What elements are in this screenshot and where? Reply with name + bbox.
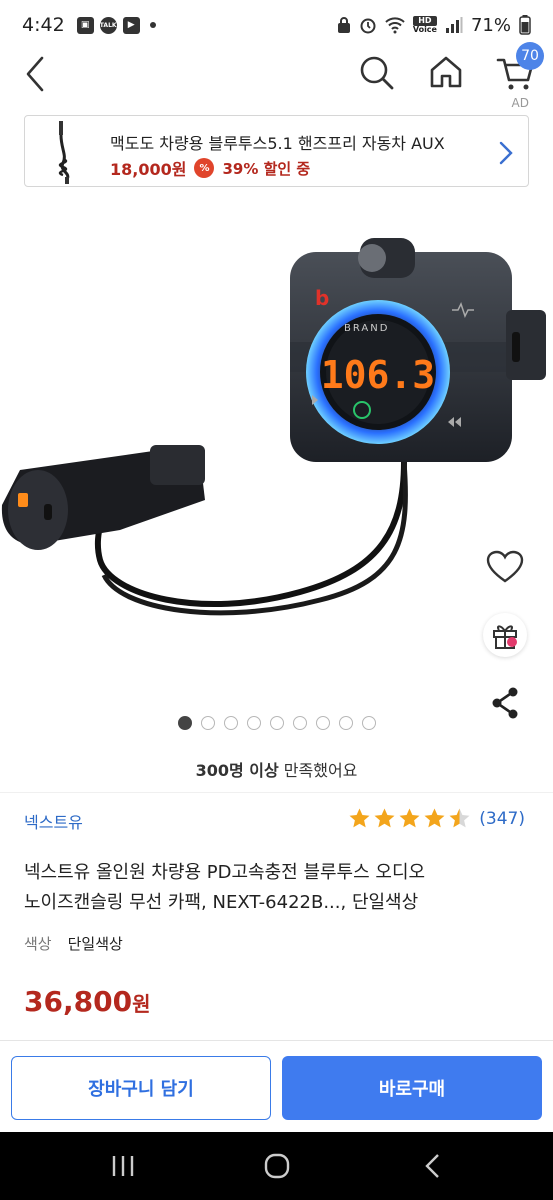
option-label: 색상 bbox=[24, 935, 52, 953]
product-photo: BRAND 106.3 b bbox=[1, 238, 546, 616]
talk-icon: TALK bbox=[99, 16, 117, 34]
search-button[interactable] bbox=[356, 52, 396, 92]
carousel-dot[interactable] bbox=[338, 716, 353, 730]
carousel-dot[interactable] bbox=[223, 716, 238, 730]
star-icon bbox=[449, 808, 470, 828]
carousel-dots bbox=[0, 716, 553, 730]
wishlist-button[interactable] bbox=[483, 545, 527, 589]
ad-product-thumbnail bbox=[58, 121, 70, 184]
app-header: 70 AD bbox=[0, 42, 553, 110]
battery-percent: 71% bbox=[470, 14, 511, 36]
option-value: 단일색상 bbox=[67, 935, 123, 953]
satisfaction-rest: 만족했어요 bbox=[278, 761, 358, 780]
cart-count-badge: 70 bbox=[516, 42, 544, 70]
star-icon bbox=[399, 808, 420, 828]
product-price: 36,800원 bbox=[24, 985, 150, 1018]
home-icon bbox=[430, 56, 462, 88]
home-button[interactable] bbox=[426, 52, 466, 92]
back-arrow-icon bbox=[26, 56, 44, 92]
signal-icon bbox=[445, 17, 463, 33]
battery-icon bbox=[519, 15, 531, 35]
carousel-dot[interactable] bbox=[177, 716, 192, 730]
lock-icon bbox=[337, 17, 350, 33]
share-icon bbox=[492, 687, 518, 719]
brand-link[interactable]: 넥스트유 bbox=[24, 809, 83, 833]
gallery-icon: ▣ bbox=[76, 16, 94, 34]
status-time: 4:42 bbox=[22, 14, 65, 36]
carousel-dot[interactable] bbox=[315, 716, 330, 730]
carousel-dot[interactable] bbox=[246, 716, 261, 730]
star-icon bbox=[349, 808, 370, 828]
option-row: 색상 단일색상 bbox=[24, 933, 123, 954]
search-icon bbox=[360, 56, 394, 90]
recent-apps-button[interactable] bbox=[103, 1152, 143, 1180]
heart-icon bbox=[486, 550, 524, 583]
section-divider bbox=[0, 792, 553, 793]
home-circle-icon bbox=[264, 1153, 290, 1179]
status-bar: 4:42 ▣ TALK ▶ HD Voice 71% bbox=[0, 0, 553, 50]
ad-banner[interactable]: 맥도도 차량용 블루투스5.1 핸즈프리 자동차 AUX 18,000원 % 3… bbox=[24, 115, 529, 187]
ad-label: AD bbox=[511, 96, 529, 110]
fm-display: 106.3 bbox=[321, 353, 435, 397]
carousel-dot[interactable] bbox=[269, 716, 284, 730]
gift-icon bbox=[493, 625, 517, 649]
discount-badge-icon: % bbox=[194, 158, 215, 178]
review-count: (347) bbox=[479, 808, 525, 829]
add-to-cart-button[interactable]: 장바구니 담기 bbox=[11, 1056, 271, 1120]
chevron-right-icon bbox=[499, 141, 513, 165]
star-icon bbox=[374, 808, 395, 828]
system-nav-bar bbox=[0, 1132, 553, 1200]
gift-button[interactable] bbox=[483, 613, 527, 657]
alarm-icon bbox=[360, 18, 376, 34]
price-unit: 원 bbox=[132, 992, 151, 1016]
home-nav-button[interactable] bbox=[257, 1152, 297, 1180]
more-notifications-icon bbox=[149, 22, 156, 28]
product-image[interactable]: BRAND 106.3 b bbox=[0, 200, 553, 719]
logo-letter: b bbox=[315, 286, 329, 310]
satisfaction-text: 300명 이상 만족했어요 bbox=[0, 757, 553, 781]
carousel-dot[interactable] bbox=[361, 716, 376, 730]
hd-voice-icon: HD Voice bbox=[412, 16, 437, 34]
back-nav-button[interactable] bbox=[413, 1152, 453, 1180]
system-icons: HD Voice 71% bbox=[337, 15, 531, 36]
youtube-icon: ▶ bbox=[122, 16, 140, 34]
ad-price: 18,000원 bbox=[110, 160, 187, 179]
satisfaction-highlight: 300명 이상 bbox=[195, 761, 279, 780]
ad-price-row: 18,000원 % 39% 할인 중 bbox=[110, 156, 310, 180]
ad-title: 맥도도 차량용 블루투스5.1 핸즈프리 자동차 AUX bbox=[110, 134, 445, 153]
brand-mark-text: BRAND bbox=[344, 323, 389, 334]
price-number: 36,800 bbox=[24, 985, 133, 1018]
carousel-dot[interactable] bbox=[292, 716, 307, 730]
product-title: 넥스트유 올인원 차량용 PD고속충전 블루투스 오디오 노이즈캔슬링 무선 카… bbox=[24, 858, 524, 918]
notification-icons: ▣ TALK ▶ bbox=[76, 16, 156, 34]
product-title-line1: 넥스트유 올인원 차량용 PD고속충전 블루투스 오디오 bbox=[24, 862, 426, 883]
bottom-action-bar: 장바구니 담기 바로구매 bbox=[0, 1040, 553, 1132]
rating[interactable]: (347) bbox=[348, 807, 525, 830]
ad-discount: 39% 할인 중 bbox=[222, 159, 311, 178]
back-button[interactable] bbox=[18, 54, 52, 94]
wifi-icon bbox=[385, 17, 405, 34]
back-nav-icon bbox=[425, 1154, 439, 1178]
carousel-dot[interactable] bbox=[200, 716, 215, 730]
buy-now-button[interactable]: 바로구매 bbox=[282, 1056, 542, 1120]
star-icon bbox=[424, 808, 445, 828]
product-title-line2: 노이즈캔슬링 무선 카팩, NEXT-6422B..., 단일색상 bbox=[24, 892, 419, 913]
recent-apps-icon bbox=[112, 1156, 134, 1176]
